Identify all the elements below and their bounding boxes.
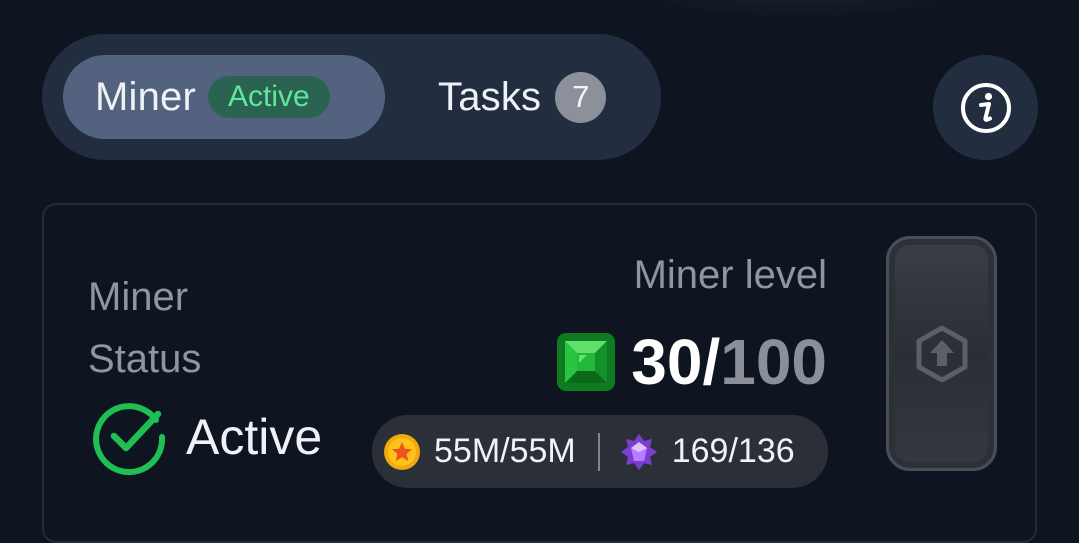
gold-coin-icon bbox=[384, 433, 420, 470]
miner-status-row: Active bbox=[90, 398, 322, 476]
miner-level-separator: / bbox=[702, 326, 721, 398]
upgrade-arrow-icon bbox=[916, 325, 967, 382]
miner-status-title-line1: Miner bbox=[88, 275, 189, 319]
miner-level-row: 30/100 bbox=[555, 325, 827, 399]
coins-value: 55M/55M bbox=[434, 432, 576, 470]
top-glow bbox=[620, 0, 980, 20]
info-button[interactable] bbox=[933, 55, 1038, 160]
tab-tasks[interactable]: Tasks 7 bbox=[417, 55, 637, 139]
tasks-count-badge: 7 bbox=[555, 71, 607, 123]
resources-pill: 55M/55M 169/136 bbox=[372, 415, 828, 488]
tab-bar: Miner Active Tasks 7 bbox=[42, 34, 661, 160]
purple-crystal-icon bbox=[620, 433, 657, 470]
miner-level-current: 30 bbox=[631, 326, 703, 398]
tab-miner-label: Miner bbox=[95, 74, 197, 119]
miner-level-label: Miner level bbox=[633, 253, 827, 297]
check-circle-icon bbox=[93, 403, 166, 476]
emerald-gem-icon bbox=[557, 333, 616, 391]
crystals-value: 169/136 bbox=[671, 432, 795, 470]
miner-status-title: Miner Status bbox=[88, 266, 288, 390]
resources-divider bbox=[597, 432, 600, 471]
miner-level-max: 100 bbox=[720, 326, 827, 398]
miner-status-title-line2: Status bbox=[88, 337, 202, 381]
info-icon bbox=[960, 82, 1011, 133]
miner-status-value: Active bbox=[186, 409, 323, 465]
tab-miner[interactable]: Miner Active bbox=[63, 55, 385, 139]
active-badge: Active bbox=[208, 76, 330, 118]
upgrade-button[interactable] bbox=[886, 236, 997, 471]
tab-tasks-label: Tasks bbox=[438, 74, 542, 119]
